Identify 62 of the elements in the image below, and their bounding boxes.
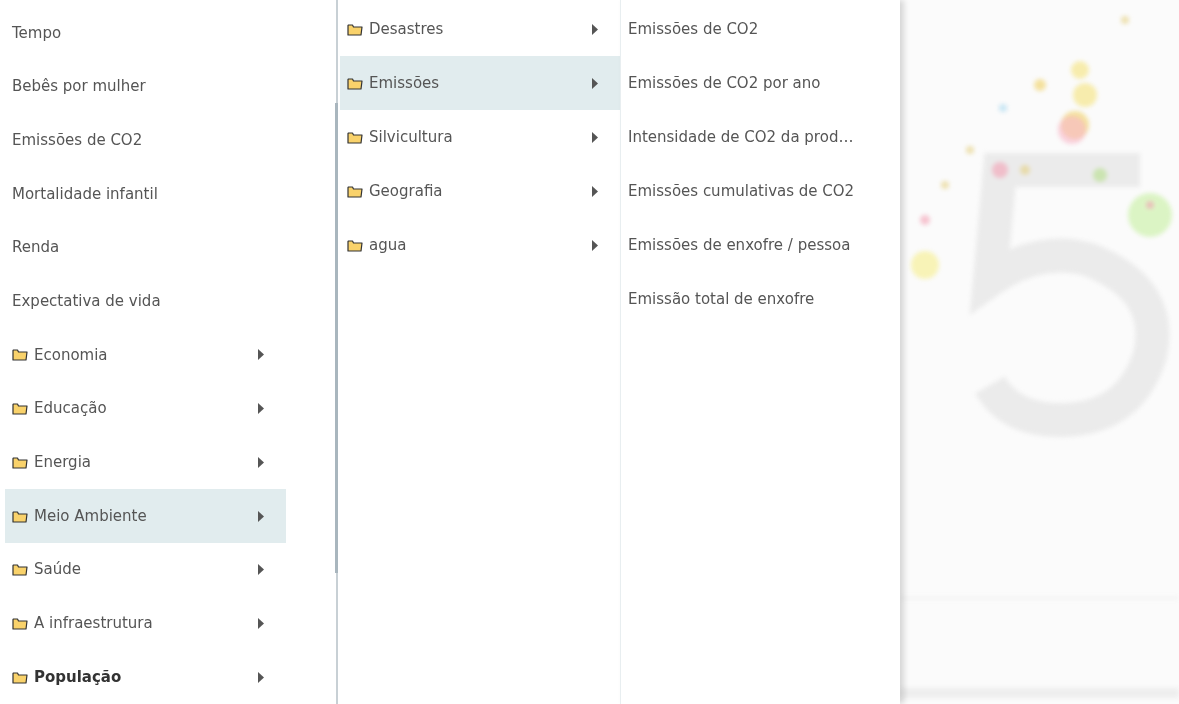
folder-icon [347, 22, 363, 36]
folder-icon [12, 670, 28, 684]
chart-bubble [1058, 116, 1086, 144]
folder-menu-item[interactable]: A infraestrutura [5, 596, 286, 651]
menu-item[interactable]: Bebês por mulher [5, 59, 286, 114]
folder-icon [12, 455, 28, 469]
caret-icon [258, 510, 264, 522]
chart-bubble [1121, 16, 1129, 24]
caret-icon [258, 564, 264, 576]
menu-item[interactable]: Tempo [5, 6, 286, 60]
caret-icon [258, 403, 264, 415]
chart-bubble [920, 215, 930, 225]
indicator-menu-item[interactable]: Intensidade de CO2 da prod… [621, 110, 900, 164]
chart-bubble [1093, 168, 1107, 182]
folder-icon [12, 348, 28, 362]
indicator-menu-item[interactable]: Emissão total de enxofre [621, 272, 900, 326]
chart-bubble [1071, 61, 1089, 79]
folder-icon [12, 402, 28, 416]
folder-icon [347, 76, 363, 90]
folder-menu-item[interactable]: Geografia [340, 164, 620, 218]
chart-bubble [1020, 165, 1030, 175]
caret-icon [258, 456, 264, 468]
caret-icon [258, 349, 264, 361]
chart-bubble [1034, 79, 1046, 91]
menu-item[interactable]: Renda [5, 220, 286, 275]
folder-menu-item[interactable]: Meio Ambiente [5, 489, 286, 543]
caret-icon [592, 77, 598, 89]
indicator-menu-item[interactable]: Emissões de enxofre / pessoa [621, 218, 900, 272]
menu-item[interactable]: Mortalidade infantil [5, 167, 286, 221]
folder-menu-item[interactable]: Economia [5, 328, 286, 382]
folder-menu-item[interactable]: Energia [5, 435, 286, 490]
chart-bubble [992, 162, 1008, 178]
folder-menu-item[interactable]: Educação [5, 381, 286, 436]
caret-icon [258, 617, 264, 629]
indicator-menu-item[interactable]: Emissões cumulativas de CO2 [621, 164, 900, 218]
indicator-menu-item[interactable]: Emissões de CO2 [621, 2, 900, 56]
caret-icon [258, 671, 264, 683]
folder-menu-item[interactable]: Desastres [340, 2, 620, 56]
folder-menu-item[interactable]: Emissões [340, 56, 620, 110]
menu-item[interactable]: Emissões de CO2 [5, 113, 286, 168]
chart-bubble [1073, 83, 1097, 107]
chart-bubble [941, 181, 949, 189]
folder-icon [12, 563, 28, 577]
caret-icon [592, 185, 598, 197]
folder-menu-item[interactable]: agua [340, 218, 620, 272]
folder-icon [347, 238, 363, 252]
folder-menu-item[interactable]: População [5, 650, 286, 704]
chart-bubble [999, 104, 1007, 112]
caret-icon [592, 23, 598, 35]
folder-menu-item[interactable]: Silvicultura [340, 110, 620, 164]
chart-bubble [966, 146, 974, 154]
folder-menu-item[interactable]: Saúde [5, 542, 286, 597]
scrollbar-thumb[interactable] [334, 103, 338, 573]
indicator-menu-item[interactable]: Emissões de CO2 por ano [621, 56, 900, 110]
chart-bubble [911, 251, 939, 279]
folder-icon [12, 616, 28, 630]
folder-icon [347, 184, 363, 198]
menu-item[interactable]: Expectativa de vida [5, 274, 286, 329]
caret-icon [592, 239, 598, 251]
caret-icon [592, 131, 598, 143]
folder-icon [12, 509, 28, 523]
folder-icon [347, 130, 363, 144]
